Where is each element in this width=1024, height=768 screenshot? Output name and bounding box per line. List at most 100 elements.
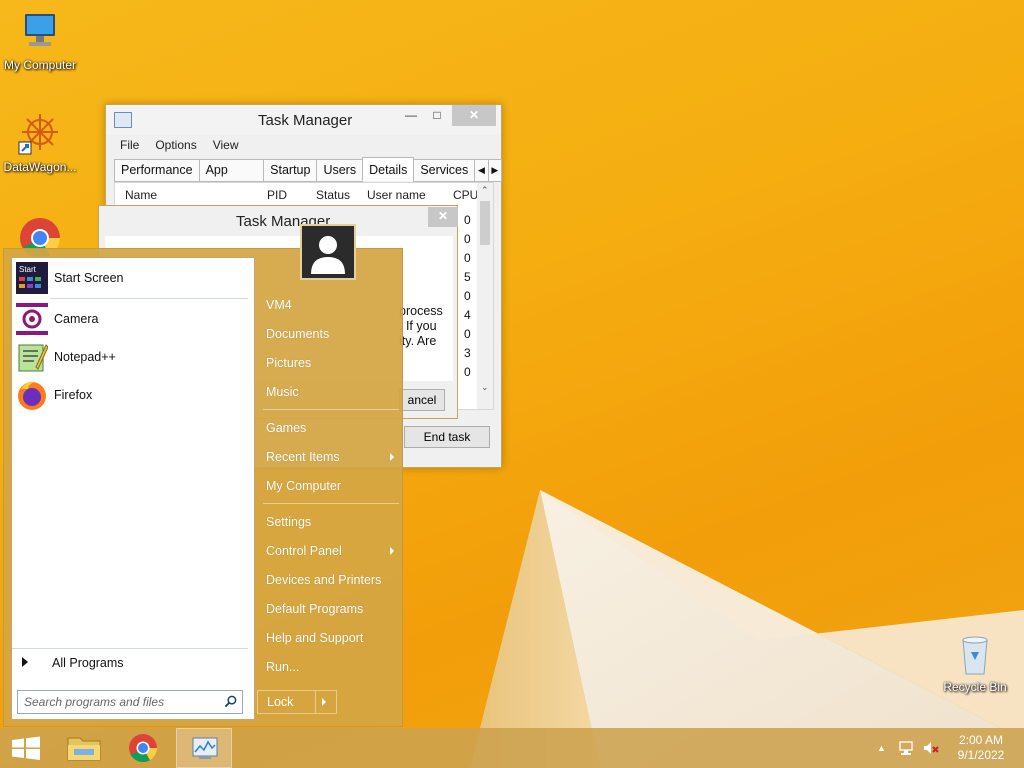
desktop-icon-label: My Computer <box>3 58 77 72</box>
end-task-button[interactable]: End task <box>404 426 490 448</box>
place-item-run[interactable]: Run... <box>266 660 299 674</box>
cpu-cell: 0 <box>464 213 471 227</box>
dialog-text-line: . If you <box>399 319 437 333</box>
search-icon[interactable] <box>224 695 237 708</box>
divider <box>315 691 316 713</box>
separator <box>263 503 399 504</box>
place-item-label: Recent Items <box>266 450 340 464</box>
window-title: Task Manager <box>258 112 353 129</box>
user-avatar[interactable] <box>300 224 356 280</box>
place-item-documents[interactable]: Documents <box>266 327 329 341</box>
clock[interactable]: 2:00 AM 9/1/2022 <box>950 733 1012 763</box>
start-menu: Start Start Screen Camera Notepad++ Fire… <box>3 248 403 727</box>
pinned-item-camera[interactable]: Camera <box>14 301 250 337</box>
clock-time: 2:00 AM <box>958 733 1004 747</box>
lock-button[interactable]: Lock <box>257 690 337 714</box>
cpu-values: 0 0 0 5 0 4 0 3 0 <box>464 211 476 382</box>
menu-options[interactable]: Options <box>155 135 196 155</box>
menu-view[interactable]: View <box>213 135 239 155</box>
tab-scroll-right-button[interactable]: ▶ <box>487 159 503 182</box>
firefox-icon <box>16 379 48 411</box>
close-button[interactable]: ✕ <box>452 105 496 126</box>
column-name[interactable]: Name <box>125 183 157 207</box>
taskbar: ▲ 2:00 AM 9/1/2022 <box>0 728 1024 768</box>
chrome-icon <box>129 734 157 762</box>
column-user-name[interactable]: User name <box>367 183 426 207</box>
scroll-up-icon[interactable]: ⌃ <box>481 185 489 196</box>
computer-icon <box>16 8 64 56</box>
cpu-cell: 4 <box>464 308 471 322</box>
cpu-cell: 0 <box>464 289 471 303</box>
task-manager-icon <box>114 112 132 128</box>
cpu-cell: 0 <box>464 232 471 246</box>
place-item-devices-printers[interactable]: Devices and Printers <box>266 573 381 587</box>
place-item-default-programs[interactable]: Default Programs <box>266 602 363 616</box>
all-programs-button[interactable]: All Programs <box>22 656 124 670</box>
tab-scroll-left-button[interactable]: ◀ <box>474 159 489 182</box>
dialog-close-button[interactable]: ✕ <box>428 207 458 227</box>
place-item-recent-items[interactable]: Recent Items <box>266 450 396 464</box>
cancel-button[interactable]: ancel <box>399 389 445 411</box>
taskbar-file-explorer[interactable] <box>56 728 112 768</box>
column-status[interactable]: Status <box>316 183 350 207</box>
desktop-icon-label: DataWagon... <box>3 160 77 174</box>
pinned-item-start-screen[interactable]: Start Start Screen <box>14 260 250 296</box>
svg-text:Start: Start <box>19 265 37 274</box>
column-header: Name PID Status User name CPU <box>115 183 493 205</box>
desktop-icon-datawagon[interactable]: DataWagon... <box>0 110 80 174</box>
place-item-pictures[interactable]: Pictures <box>266 356 311 370</box>
tab-details[interactable]: Details <box>362 157 415 181</box>
place-item-vm4[interactable]: VM4 <box>266 298 292 312</box>
start-screen-icon: Start <box>16 262 48 294</box>
datawagon-icon <box>16 110 64 158</box>
place-item-my-computer[interactable]: My Computer <box>266 479 341 493</box>
tab-strip: Performance App history Startup Users De… <box>114 157 503 198</box>
column-pid[interactable]: PID <box>267 183 287 207</box>
cpu-cell: 0 <box>464 327 471 341</box>
notepadpp-icon <box>16 341 49 373</box>
tab-performance[interactable]: Performance <box>114 159 200 182</box>
place-item-music[interactable]: Music <box>266 385 299 399</box>
submenu-arrow-icon <box>390 453 394 461</box>
network-icon[interactable] <box>898 740 914 756</box>
taskbar-task-manager[interactable] <box>176 728 232 768</box>
all-programs-label: All Programs <box>52 656 124 670</box>
pinned-item-label: Firefox <box>54 388 93 402</box>
tab-services[interactable]: Services <box>413 159 476 182</box>
minimize-button[interactable]: — <box>402 105 420 126</box>
menu-bar: File Options View <box>106 135 501 155</box>
scroll-down-icon[interactable]: ⌄ <box>481 382 489 393</box>
cpu-cell: 0 <box>464 251 471 265</box>
triangle-right-icon <box>22 657 28 667</box>
tab-app-history[interactable]: App history <box>198 159 265 198</box>
lock-options-arrow-icon[interactable] <box>322 698 326 706</box>
column-cpu[interactable]: CPU <box>453 183 478 207</box>
start-button[interactable] <box>0 728 56 768</box>
volume-muted-icon[interactable] <box>922 740 940 756</box>
place-item-settings[interactable]: Settings <box>266 515 311 529</box>
cpu-cell: 0 <box>464 365 471 379</box>
search-input[interactable]: Search programs and files <box>17 690 243 714</box>
scrollbar-thumb[interactable] <box>480 201 490 245</box>
pinned-item-label: Camera <box>54 312 99 326</box>
show-hidden-icons-icon[interactable]: ▲ <box>877 743 886 753</box>
folder-icon <box>67 737 101 761</box>
desktop-icon-label: Recycle Bin <box>943 680 1007 694</box>
desktop-icon-recycle-bin[interactable]: Recycle Bin <box>935 630 1015 694</box>
place-item-games[interactable]: Games <box>266 421 306 435</box>
tab-users[interactable]: Users <box>316 159 364 182</box>
pinned-item-notepadpp[interactable]: Notepad++ <box>14 339 250 375</box>
title-bar[interactable]: Task Manager — □ ✕ <box>106 105 501 135</box>
desktop-icon-my-computer[interactable]: My Computer <box>0 8 80 72</box>
place-item-help-support[interactable]: Help and Support <box>266 631 363 645</box>
vertical-scrollbar[interactable]: ⌃ ⌄ <box>477 183 493 409</box>
separator <box>263 409 399 410</box>
pinned-item-firefox[interactable]: Firefox <box>14 377 250 413</box>
submenu-arrow-icon <box>390 547 394 555</box>
taskbar-chrome[interactable] <box>115 728 171 768</box>
place-item-control-panel[interactable]: Control Panel <box>266 544 396 558</box>
tab-startup[interactable]: Startup <box>263 159 318 182</box>
menu-file[interactable]: File <box>120 135 139 155</box>
maximize-button[interactable]: □ <box>428 105 446 126</box>
lock-label: Lock <box>267 695 294 709</box>
